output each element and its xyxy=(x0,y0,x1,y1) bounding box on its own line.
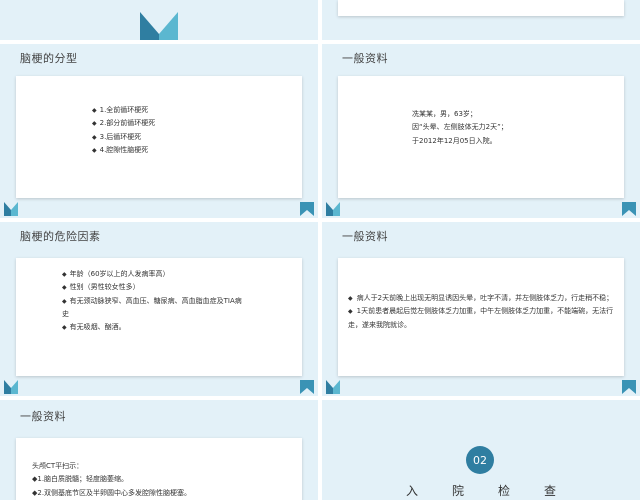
diamond-bullet-icon: ◆ xyxy=(62,324,67,332)
slide-top-right-partial xyxy=(322,0,640,40)
text-line: 因“头晕、左侧肢体无力2天”； xyxy=(412,123,508,132)
list-item: ◆ 有无颈动脉狭窄、高血压、糖尿病、高血脂血症及TIA病 xyxy=(62,296,242,305)
diamond-bullet-icon: ◆ xyxy=(348,295,353,302)
card: ◆ 1.全前循环梗死 ◆ 2.部分前循环梗死 ◆ 3.后循环梗死 ◆ 4.腔隙性脑梗死 xyxy=(16,76,302,198)
section-title: 入 院 检 查 xyxy=(406,484,556,498)
slide-section-admission-exam: 02 入 院 检 查 xyxy=(322,400,640,500)
slide-title: 一般资料 xyxy=(20,410,66,423)
corner-flag-icon xyxy=(300,380,314,394)
slide-general-info-3: 一般资料 头颅CT平扫示： ◆1.脑白质脱髓；轻度脑萎缩。 ◆2.双侧基底节区及… xyxy=(0,400,318,500)
text-line: 冼某某，男，63岁； xyxy=(412,110,477,118)
card xyxy=(338,0,624,16)
list-item: ◆ 2.部分前循环梗死 xyxy=(92,119,156,128)
card: 头颅CT平扫示： ◆1.脑白质脱髓；轻度脑萎缩。 ◆2.双侧基底节区及半卵圆中心… xyxy=(16,438,302,500)
corner-deco-icon xyxy=(326,202,340,216)
slide-general-info-1: 一般资料 冼某某，男，63岁； 因“头晕、左侧肢体无力2天”； 于2012年12… xyxy=(322,44,640,218)
list-item-continuation: 史 xyxy=(62,309,69,318)
card: ◆ 年龄（60岁以上的人发病率高） ◆ 性别（男性较女性多） ◆ 有无颈动脉狭窄、高血… xyxy=(16,258,302,376)
slide-title: 一般资料 xyxy=(342,230,388,243)
list-item: ◆ 1.全前循环梗死 xyxy=(92,106,149,114)
list-item: ◆ 4.腔隙性脑梗死 xyxy=(92,145,149,154)
diamond-bullet-icon: ◆ xyxy=(92,120,97,128)
section-number-badge: 02 xyxy=(466,446,494,474)
slide-title: 脑梗的分型 xyxy=(20,52,78,65)
diamond-bullet-icon: ◆ xyxy=(62,297,67,305)
list-item: ◆ 年龄（60岁以上的人发病率高） xyxy=(62,270,170,278)
corner-deco-icon xyxy=(4,380,18,394)
diamond-bullet-icon: ◆ xyxy=(62,271,67,278)
list-item: ◆ 有无吸烟、酗酒。 xyxy=(62,323,126,332)
corner-deco-icon xyxy=(4,202,18,216)
slide-stroke-types: 脑梗的分型 ◆ 1.全前循环梗死 ◆ 2.部分前循环梗死 ◆ 3.后循环梗死 ◆ 4.腔… xyxy=(0,44,318,218)
text-line: 于2012年12月05日入院。 xyxy=(412,136,497,145)
list-item: ◆ 3.后循环梗死 xyxy=(92,132,142,141)
text-line: 头颅CT平扫示： xyxy=(32,462,84,470)
corner-deco-icon xyxy=(326,380,340,394)
corner-flag-icon xyxy=(622,380,636,394)
diamond-bullet-icon: ◆ xyxy=(62,284,67,292)
slide-top-left-partial xyxy=(0,0,318,40)
diamond-bullet-icon: ◆ xyxy=(92,107,97,114)
paragraph: ◆ 病人于2天前晚上出现无明显诱因头晕，吐字不清，并左侧肢体乏力，行走稍不稳； ◆… xyxy=(348,294,614,329)
corner-flag-icon xyxy=(622,202,636,216)
slide-title: 一般资料 xyxy=(342,52,388,65)
list-item: ◆ 性别（男性较女性多） xyxy=(62,283,140,292)
diamond-bullet-icon: ◆ xyxy=(92,133,97,141)
slide-title: 脑梗的危险因素 xyxy=(20,230,101,243)
slide-general-info-2: 一般资料 ◆ 病人于2天前晚上出现无明显诱因头晕，吐字不清，并左侧肢体乏力，行走稍… xyxy=(322,222,640,396)
logo-chevron-icon xyxy=(140,12,178,40)
text-line: ◆2.双侧基底节区及半卵圆中心多发腔隙性脑梗塞。 xyxy=(32,488,192,497)
card: 冼某某，男，63岁； 因“头晕、左侧肢体无力2天”； 于2012年12月05日入… xyxy=(338,76,624,198)
card: ◆ 病人于2天前晚上出现无明显诱因头晕，吐字不清，并左侧肢体乏力，行走稍不稳； ◆… xyxy=(338,258,624,376)
text-line: ◆1.脑白质脱髓；轻度脑萎缩。 xyxy=(32,475,129,484)
slide-risk-factors: 脑梗的危险因素 ◆ 年龄（60岁以上的人发病率高） ◆ 性别（男性较女性多） ◆ 有无… xyxy=(0,222,318,396)
diamond-bullet-icon: ◆ xyxy=(92,146,97,154)
corner-flag-icon xyxy=(300,202,314,216)
diamond-bullet-icon: ◆ xyxy=(348,308,353,316)
